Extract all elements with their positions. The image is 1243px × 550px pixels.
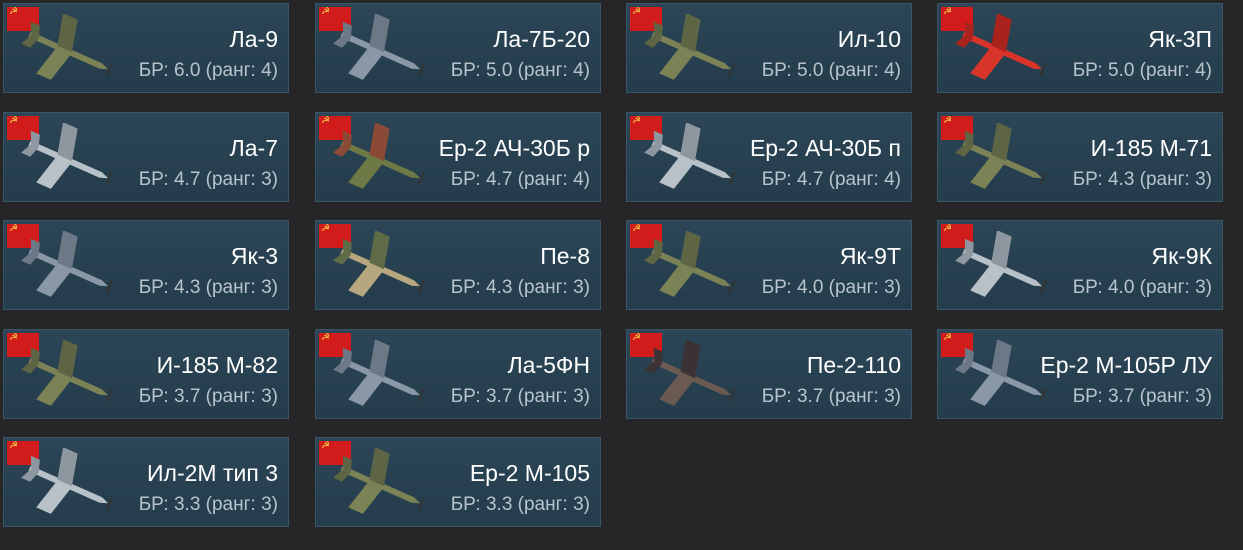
aircraft-icon [12,122,122,197]
battle-rating: БР: 4.7 (ранг: 4) [450,169,590,190]
vehicle-name: Як-3 [230,243,278,269]
vehicle-card[interactable]: Ил-2М тип 3 БР: 3.3 (ранг: 3) [3,437,289,527]
vehicle-name: Ил-2М тип 3 [147,460,278,486]
vehicle-card[interactable]: Ер-2 АЧ-30Б п БР: 4.7 (ранг: 4) [626,112,912,202]
vehicle-name: И-185 М-82 [156,352,278,378]
battle-rating: БР: 3.7 (ранг: 3) [450,386,590,407]
aircraft-icon [12,339,122,414]
aircraft-icon [324,447,434,522]
vehicle-card[interactable]: Ил-10 БР: 5.0 (ранг: 4) [626,3,912,93]
aircraft-icon [12,447,122,522]
aircraft-icon [635,122,745,197]
vehicle-name: Ла-7Б-20 [493,26,590,52]
vehicle-card[interactable]: Пе-8 БР: 4.3 (ранг: 3) [315,220,601,310]
vehicle-card[interactable]: Ер-2 АЧ-30Б р БР: 4.7 (ранг: 4) [315,112,601,202]
vehicle-name: Ер-2 АЧ-30Б р [438,135,590,161]
vehicle-name: И-185 М-71 [1090,135,1212,161]
vehicle-name: Пе-2-110 [806,352,901,378]
vehicle-card[interactable]: Як-3П БР: 5.0 (ранг: 4) [937,3,1223,93]
vehicle-card[interactable]: Пе-2-110 БР: 3.7 (ранг: 3) [626,329,912,419]
vehicle-name: Як-9К [1151,243,1212,269]
vehicle-card[interactable]: И-185 М-82 БР: 3.7 (ранг: 3) [3,329,289,419]
battle-rating: БР: 4.7 (ранг: 4) [761,169,901,190]
aircraft-icon [324,339,434,414]
vehicle-card[interactable]: Як-3 БР: 4.3 (ранг: 3) [3,220,289,310]
aircraft-icon [946,13,1056,88]
battle-rating: БР: 4.0 (ранг: 3) [761,277,901,298]
aircraft-icon [12,13,122,88]
vehicle-card[interactable]: Ла-9 БР: 6.0 (ранг: 4) [3,3,289,93]
vehicle-card[interactable]: Ла-7Б-20 БР: 5.0 (ранг: 4) [315,3,601,93]
vehicle-name: Як-9Т [839,243,901,269]
vehicle-card[interactable]: Як-9Т БР: 4.0 (ранг: 3) [626,220,912,310]
battle-rating: БР: 5.0 (ранг: 4) [450,60,590,81]
vehicle-card[interactable]: Ер-2 М-105 БР: 3.3 (ранг: 3) [315,437,601,527]
aircraft-icon [946,122,1056,197]
battle-rating: БР: 3.7 (ранг: 3) [1072,386,1212,407]
aircraft-icon [635,230,745,305]
battle-rating: БР: 6.0 (ранг: 4) [138,60,278,81]
vehicle-name: Ер-2 М-105 [469,460,590,486]
aircraft-icon [324,122,434,197]
battle-rating: БР: 3.3 (ранг: 3) [138,494,278,515]
battle-rating: БР: 4.3 (ранг: 3) [450,277,590,298]
battle-rating: БР: 4.0 (ранг: 3) [1072,277,1212,298]
battle-rating: БР: 4.3 (ранг: 3) [1072,169,1212,190]
battle-rating: БР: 4.3 (ранг: 3) [138,277,278,298]
vehicle-name: Ла-7 [229,135,278,161]
vehicle-card[interactable]: Ла-7 БР: 4.7 (ранг: 3) [3,112,289,202]
vehicle-name: Ер-2 АЧ-30Б п [749,135,901,161]
battle-rating: БР: 3.3 (ранг: 3) [450,494,590,515]
battle-rating: БР: 3.7 (ранг: 3) [761,386,901,407]
aircraft-icon [946,230,1056,305]
battle-rating: БР: 4.7 (ранг: 3) [138,169,278,190]
battle-rating: БР: 5.0 (ранг: 4) [761,60,901,81]
vehicle-card[interactable]: Ер-2 М-105Р ЛУ БР: 3.7 (ранг: 3) [937,329,1223,419]
vehicle-name: Ла-5ФН [507,352,590,378]
aircraft-icon [324,230,434,305]
battle-rating: БР: 3.7 (ранг: 3) [138,386,278,407]
vehicle-name: Ил-10 [837,26,901,52]
vehicle-card[interactable]: Ла-5ФН БР: 3.7 (ранг: 3) [315,329,601,419]
vehicle-name: Пе-8 [540,243,590,269]
vehicle-name: Як-3П [1148,26,1212,52]
vehicle-name: Ла-9 [229,26,278,52]
aircraft-icon [324,13,434,88]
aircraft-icon [635,13,745,88]
aircraft-icon [635,339,745,414]
vehicle-card[interactable]: И-185 М-71 БР: 4.3 (ранг: 3) [937,112,1223,202]
vehicle-grid: Ла-9 БР: 6.0 (ранг: 4) Ла-7Б-20 БР: 5.0 (ра… [0,0,1243,550]
vehicle-card[interactable]: Як-9К БР: 4.0 (ранг: 3) [937,220,1223,310]
battle-rating: БР: 5.0 (ранг: 4) [1072,60,1212,81]
aircraft-icon [12,230,122,305]
vehicle-name: Ер-2 М-105Р ЛУ [1040,352,1212,378]
